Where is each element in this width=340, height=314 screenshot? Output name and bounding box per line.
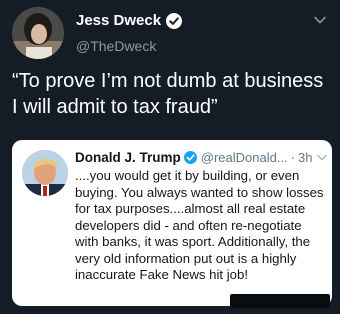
chevron-down-icon[interactable] <box>317 154 327 161</box>
separator-dot: · <box>290 150 296 165</box>
verified-badge-icon <box>166 12 183 29</box>
quoted-tweet-card[interactable]: Donald J. Trump @realDonald... · 3h ....… <box>12 140 332 306</box>
author-name-row: Jess Dweck <box>76 12 183 29</box>
quoted-tweet-time[interactable]: 3h <box>298 150 312 165</box>
quoted-tweet-text: ....you would get it by building, or eve… <box>75 168 324 282</box>
quoted-tweet-header: Donald J. Trump @realDonald... · 3h <box>75 150 327 165</box>
quoted-author-name[interactable]: Donald J. Trump <box>75 150 181 165</box>
quoted-author-handle[interactable]: @realDonald... <box>201 150 288 165</box>
chevron-down-icon[interactable] <box>314 16 326 24</box>
quoted-author-avatar <box>22 150 68 196</box>
verified-badge-icon <box>183 151 197 164</box>
author-handle[interactable]: @TheDweck <box>76 38 156 54</box>
author-avatar[interactable] <box>12 7 64 59</box>
image-artifact <box>230 294 330 308</box>
author-name[interactable]: Jess Dweck <box>76 12 161 29</box>
tweet-text: “To prove I’m not dumb at business I wil… <box>12 70 324 118</box>
